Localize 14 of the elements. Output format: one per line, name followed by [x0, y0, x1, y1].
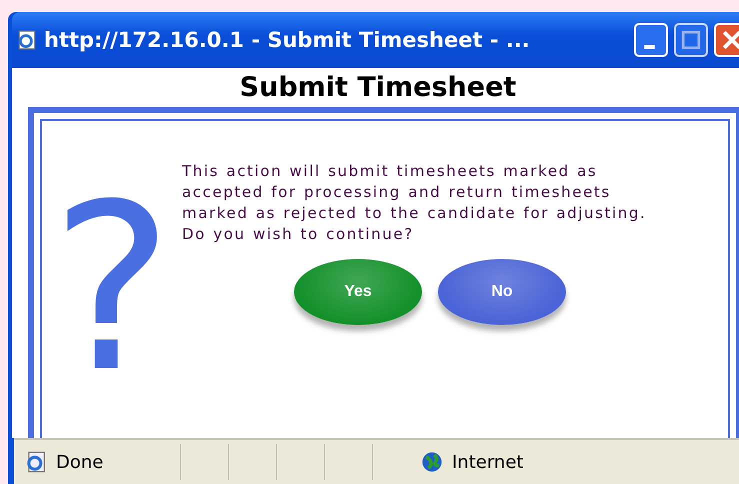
globe-icon — [420, 450, 444, 474]
minimize-button[interactable] — [634, 23, 668, 57]
yes-button[interactable]: Yes — [294, 259, 422, 325]
no-button[interactable]: No — [438, 259, 566, 325]
page-icon — [16, 29, 38, 51]
status-text: Done — [56, 452, 104, 472]
window-title: http://172.16.0.1 - Submit Timesheet - ... — [44, 28, 531, 52]
question-mark: ? — [50, 174, 174, 404]
confirmation-message: This action will submit timesheets marked as accepted for processing and return timesheets marked as rejected to the candidate for adjusting. Do you wish to continue? — [182, 161, 648, 245]
close-button[interactable] — [714, 23, 739, 57]
maximize-button[interactable] — [674, 23, 708, 57]
zone-text: Internet — [452, 452, 524, 472]
minimize-icon — [644, 45, 654, 49]
page-heading: Submit Timesheet — [238, 72, 518, 103]
